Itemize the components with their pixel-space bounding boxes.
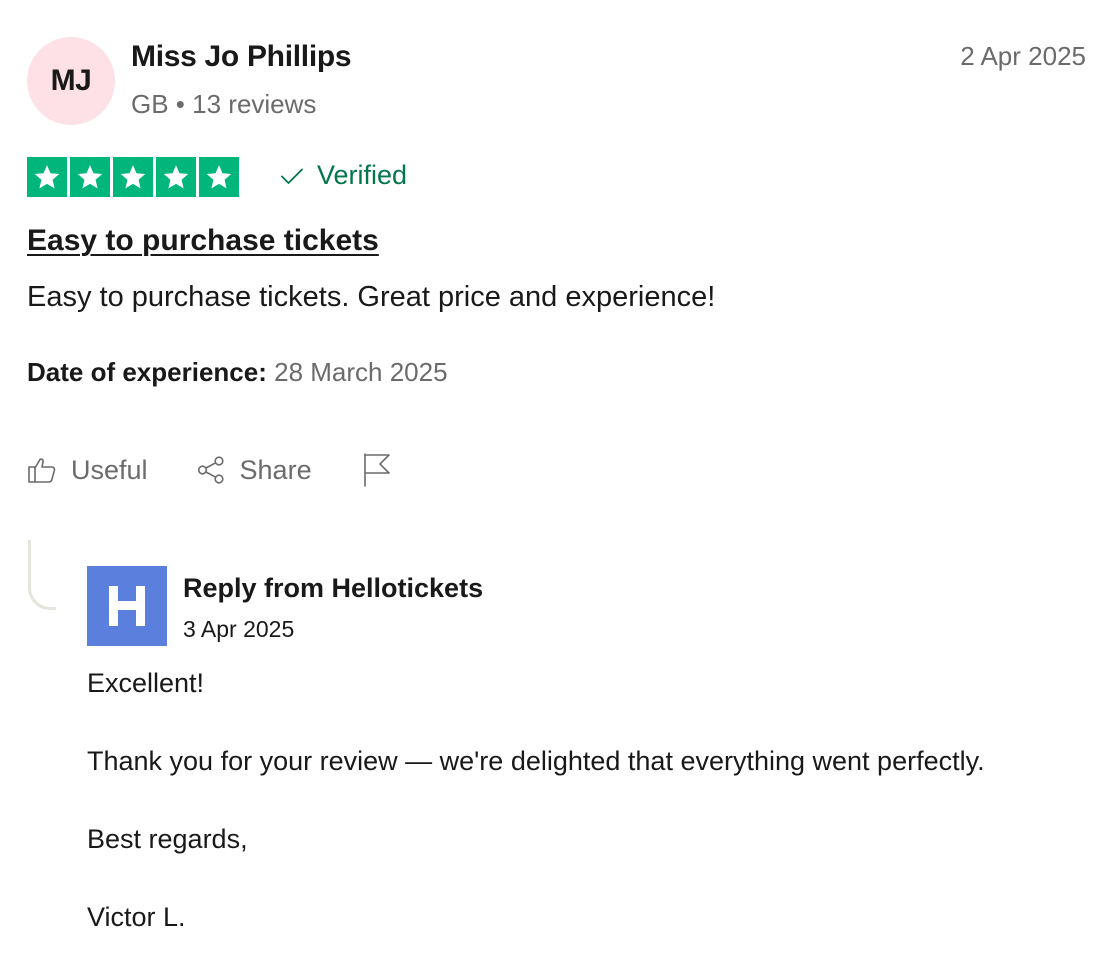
- verified-badge[interactable]: Verified: [279, 160, 407, 191]
- star-icon: [199, 157, 239, 197]
- experience-label: Date of experience:: [27, 357, 267, 387]
- reply-connector: [28, 540, 56, 610]
- reviewer-country: GB: [131, 89, 169, 119]
- review-date: 2 Apr 2025: [960, 41, 1086, 71]
- share-button[interactable]: Share: [196, 455, 312, 486]
- reply-paragraph: Excellent!: [87, 668, 205, 698]
- useful-label: Useful: [71, 454, 148, 485]
- star-icon: [113, 157, 153, 197]
- share-label: Share: [239, 454, 312, 485]
- thumbs-up-icon: [27, 455, 57, 485]
- reply-paragraph: Best regards,: [87, 824, 248, 854]
- date-of-experience: Date of experience: 28 March 2025: [27, 357, 448, 388]
- reviewer-name[interactable]: Miss Jo Phillips: [131, 40, 352, 74]
- hellotickets-logo: [87, 566, 167, 646]
- review-actions: Useful Share: [27, 452, 392, 488]
- reply-date: 3 Apr 2025: [183, 616, 295, 642]
- h-logo-icon: [109, 586, 145, 626]
- review-title[interactable]: Easy to purchase tickets: [27, 224, 379, 258]
- review-body: Easy to purchase tickets. Great price an…: [27, 281, 716, 313]
- avatar-initials: MJ: [50, 64, 92, 97]
- report-button[interactable]: [362, 452, 392, 488]
- reply-signature: Victor L.: [87, 902, 186, 932]
- share-icon: [196, 455, 226, 485]
- verified-label: Verified: [317, 160, 408, 190]
- experience-date: 28 March 2025: [274, 357, 448, 387]
- star-icon: [70, 157, 110, 197]
- reviewer-review-count: 13 reviews: [192, 89, 317, 119]
- reply-paragraph: Thank you for your review — we're deligh…: [87, 746, 985, 776]
- avatar[interactable]: MJ: [27, 37, 115, 125]
- star-icon: [27, 157, 67, 197]
- useful-button[interactable]: Useful: [27, 455, 148, 486]
- star-icon: [156, 157, 196, 197]
- checkmark-icon: [279, 163, 305, 189]
- reviewer-meta: GB • 13 reviews: [131, 89, 317, 119]
- flag-icon: [362, 452, 392, 488]
- reply-heading: Reply from Hellotickets: [183, 573, 484, 603]
- star-rating: [27, 157, 239, 197]
